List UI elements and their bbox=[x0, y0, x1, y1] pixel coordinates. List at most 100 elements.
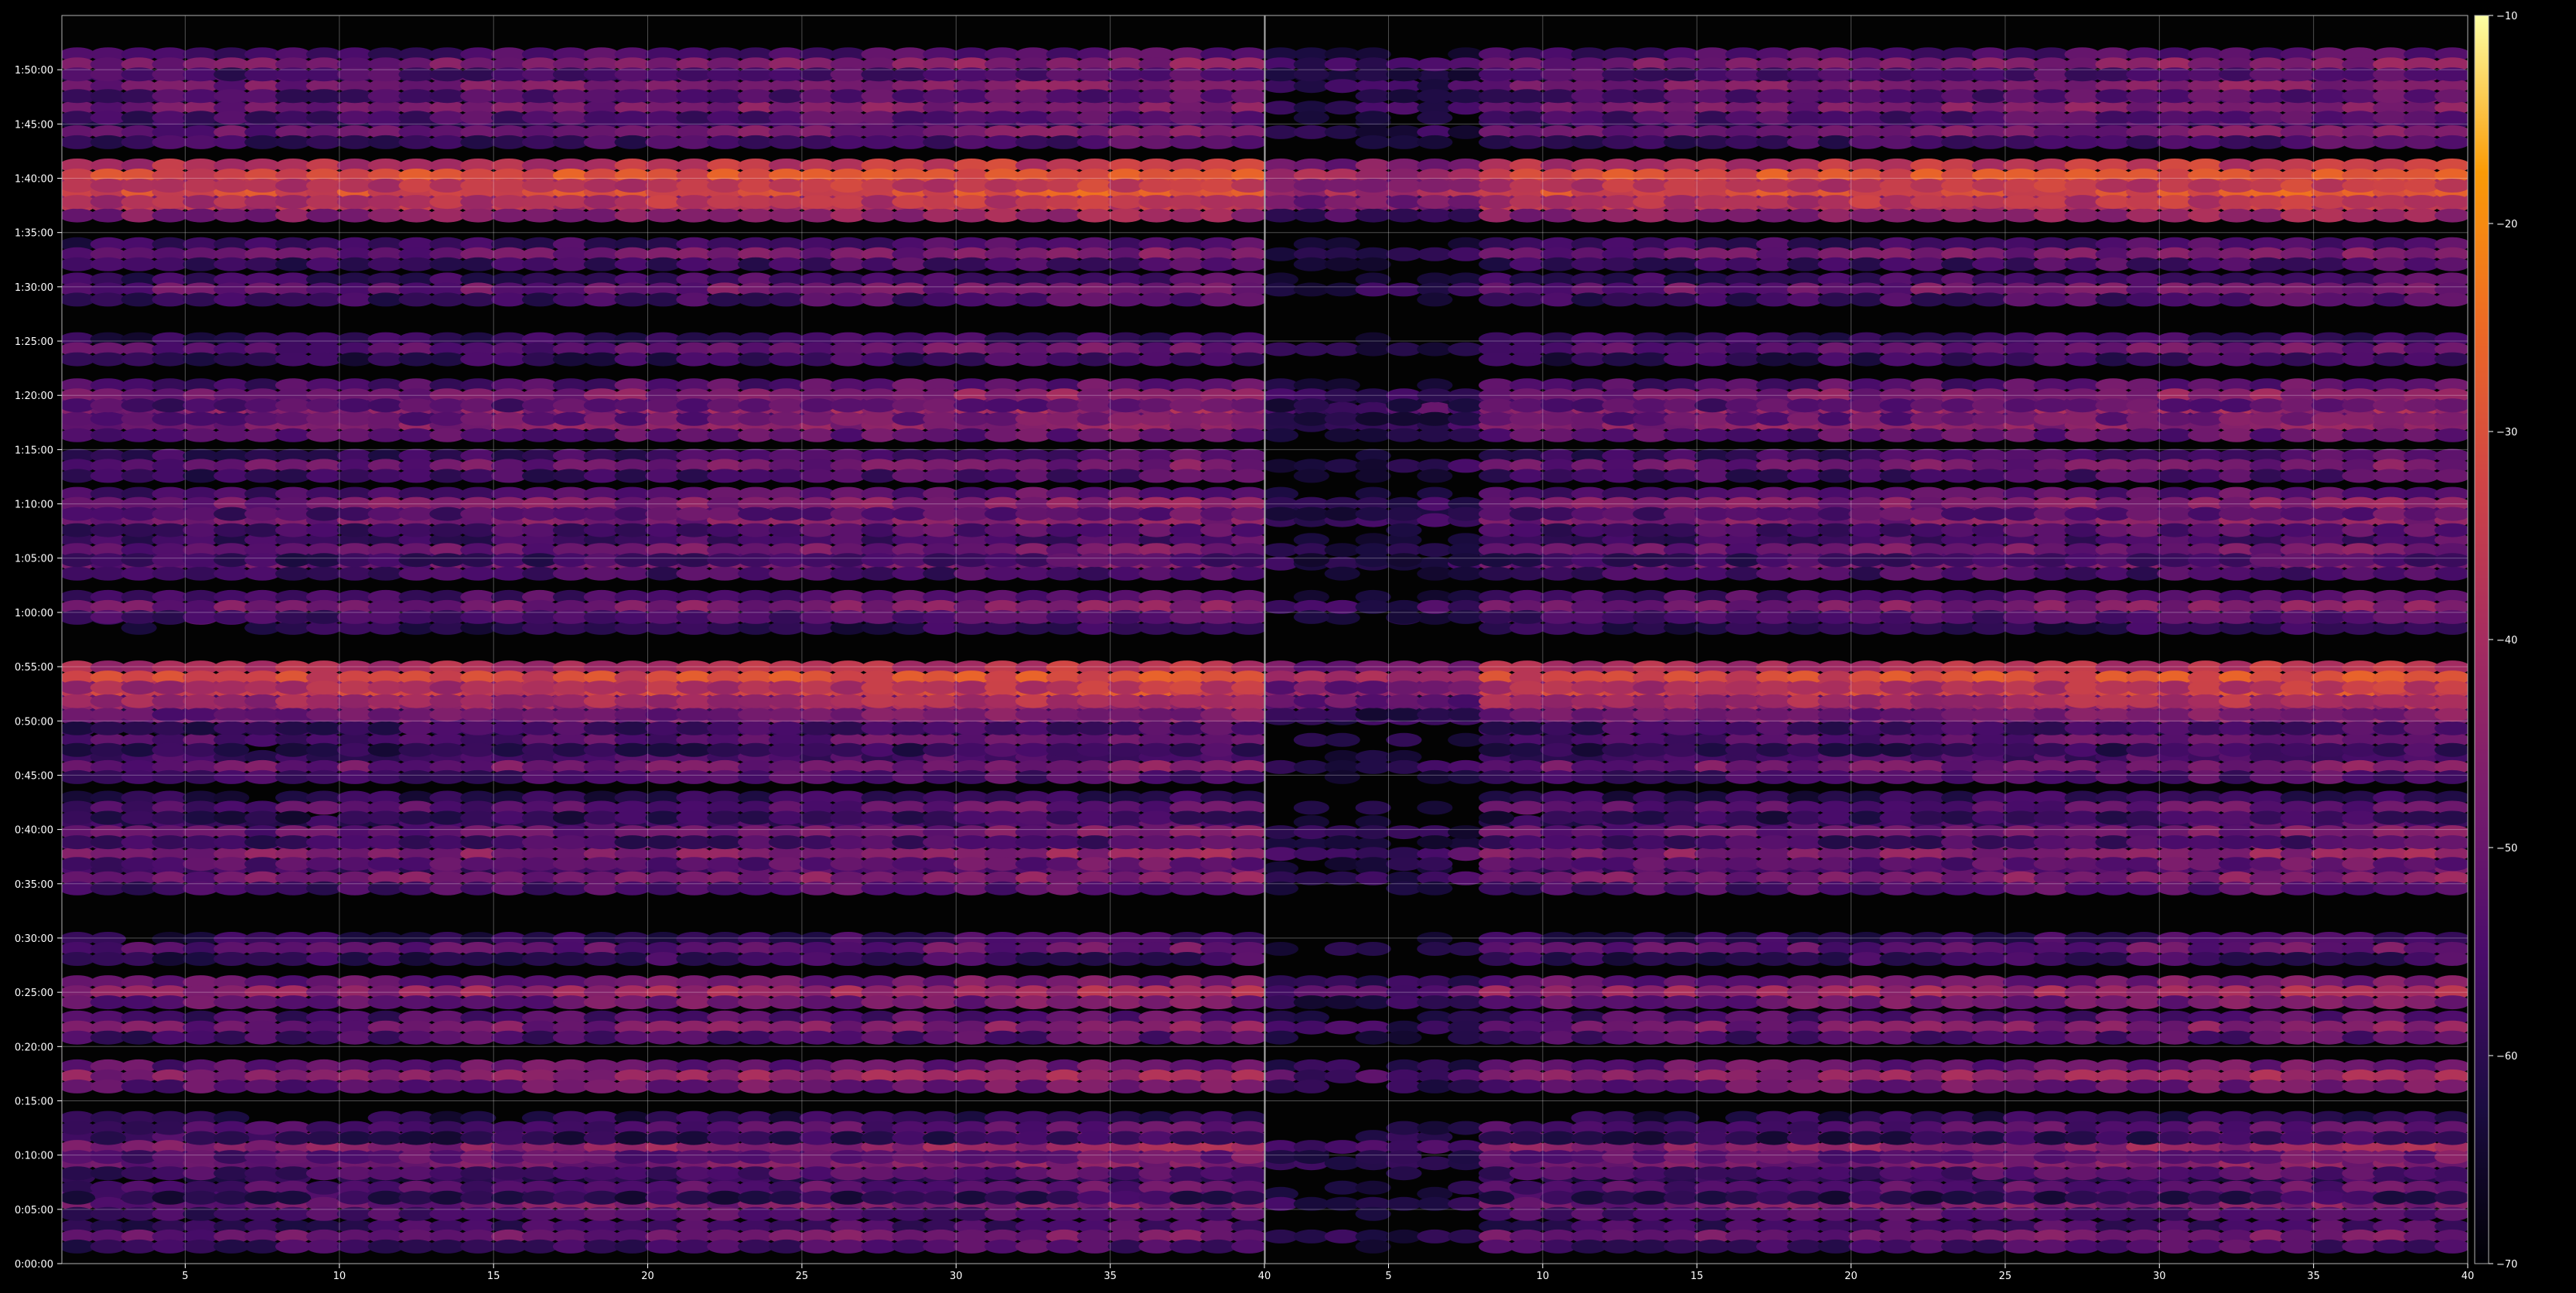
left-x-tick-label: 15 bbox=[487, 1271, 500, 1282]
left-heat-cell bbox=[152, 89, 188, 104]
left-heat-cell bbox=[923, 469, 959, 483]
left-heat-cell bbox=[213, 995, 250, 1010]
left-heat-cell bbox=[707, 469, 743, 483]
left-heat-cell bbox=[552, 1030, 589, 1045]
left-heat-cell bbox=[429, 352, 466, 367]
left-heat-cell bbox=[552, 810, 589, 825]
left-heat-cell bbox=[768, 179, 805, 193]
left-heat-cell bbox=[367, 179, 404, 193]
left-heat-cell bbox=[984, 208, 1021, 223]
left-heat-cell bbox=[830, 952, 866, 966]
left-heat-cell bbox=[768, 411, 805, 426]
left-heat-cell bbox=[213, 742, 250, 757]
left-heat-cell bbox=[1076, 1150, 1113, 1165]
left-heat-cell bbox=[152, 952, 188, 966]
left-heat-cell bbox=[1076, 179, 1113, 193]
left-heat-cell bbox=[645, 681, 681, 695]
left-heat-cell bbox=[183, 507, 219, 521]
left-heat-cell bbox=[1076, 810, 1113, 825]
left-heat-cell bbox=[213, 835, 250, 850]
left-heat-cell bbox=[1169, 1166, 1206, 1181]
left-heat-cell bbox=[1138, 566, 1175, 581]
left-heat-cell bbox=[707, 411, 743, 426]
left-heat-cell bbox=[676, 1150, 712, 1165]
left-heat-cell bbox=[62, 179, 95, 193]
left-heat-cell bbox=[213, 111, 250, 125]
left-heat-cell bbox=[923, 952, 959, 966]
left-heat-cell bbox=[830, 179, 866, 193]
left-heat-cell bbox=[336, 428, 373, 442]
left-heat-cell bbox=[398, 257, 435, 271]
left-heat-cell bbox=[398, 352, 435, 367]
left-heat-cell bbox=[799, 411, 835, 426]
left-heat-cell bbox=[984, 111, 1021, 125]
left-heat-cell bbox=[738, 742, 774, 757]
left-heat-cell bbox=[892, 469, 928, 483]
left-heat-cell bbox=[491, 257, 527, 271]
left-heat-cell bbox=[552, 208, 589, 223]
left-heat-cell bbox=[491, 995, 527, 1010]
left-heat-cell bbox=[90, 1166, 126, 1181]
left-heat-cell bbox=[707, 398, 743, 413]
left-heat-cell bbox=[244, 208, 281, 223]
left-heat-cell bbox=[1076, 742, 1113, 757]
left-heat-cell bbox=[1138, 135, 1175, 149]
left-heat-cell bbox=[460, 89, 496, 104]
left-heat-cell bbox=[984, 89, 1021, 104]
left-heat-cell bbox=[799, 1131, 835, 1145]
left-heat-cell bbox=[213, 1131, 250, 1145]
left-heat-cell bbox=[336, 995, 373, 1010]
left-heat-cell bbox=[645, 553, 681, 568]
left-heat-cell bbox=[62, 835, 95, 850]
left-heat-cell bbox=[367, 257, 404, 271]
right-heat-cell bbox=[1633, 1239, 1669, 1254]
left-heat-cell bbox=[336, 857, 373, 872]
left-heat-cell bbox=[521, 352, 558, 367]
left-heat-cell bbox=[213, 553, 250, 568]
left-heat-cell bbox=[491, 952, 527, 966]
left-heat-cell bbox=[923, 135, 959, 149]
left-heat-cell bbox=[305, 195, 342, 210]
left-heat-cell bbox=[552, 411, 589, 426]
left-heat-cell bbox=[491, 1150, 527, 1165]
left-heat-cell bbox=[275, 566, 312, 581]
right-heat-cell bbox=[1478, 1190, 1515, 1205]
left-heat-cell bbox=[1231, 208, 1264, 223]
left-heat-cell bbox=[707, 1150, 743, 1165]
left-heat-cell bbox=[830, 810, 866, 825]
left-heat-cell bbox=[583, 952, 619, 966]
left-heat-cell bbox=[1231, 1131, 1264, 1145]
left-heat-cell bbox=[1107, 1079, 1144, 1093]
left-x-tick-label: 35 bbox=[1104, 1271, 1117, 1282]
left-heat-cell bbox=[491, 411, 527, 426]
left-heat-cell bbox=[676, 179, 712, 193]
left-heat-cell bbox=[152, 835, 188, 850]
left-heat-cell bbox=[1200, 566, 1237, 581]
left-heat-cell bbox=[213, 507, 250, 521]
left-heat-cell bbox=[954, 1079, 990, 1093]
left-heat-cell bbox=[923, 257, 959, 271]
left-heat-cell bbox=[954, 195, 990, 210]
left-heat-cell bbox=[336, 398, 373, 413]
left-heat-cell bbox=[923, 566, 959, 581]
left-heat-cell bbox=[62, 742, 95, 757]
left-heat-cell bbox=[583, 742, 619, 757]
left-heat-cell bbox=[491, 428, 527, 442]
left-heat-cell bbox=[367, 1190, 404, 1205]
chart-figure: 0:00:000:05:000:10:000:15:000:20:000:25:… bbox=[15, 11, 2518, 1282]
left-heat-cell bbox=[336, 257, 373, 271]
left-heat-cell bbox=[799, 428, 835, 442]
left-heat-cell bbox=[768, 507, 805, 521]
left-heat-cell bbox=[213, 195, 250, 210]
left-heat-cell bbox=[923, 195, 959, 210]
left-heat-cell bbox=[398, 398, 435, 413]
y-tick-label: 1:20:00 bbox=[15, 391, 53, 402]
left-heat-cell bbox=[213, 89, 250, 104]
left-heat-cell bbox=[552, 111, 589, 125]
left-heat-cell bbox=[121, 195, 157, 210]
left-heat-cell bbox=[583, 1030, 619, 1045]
left-heat-cell bbox=[1169, 1131, 1206, 1145]
left-heat-cell bbox=[614, 1239, 650, 1254]
left-heat-cell bbox=[429, 135, 466, 149]
left-heat-cell bbox=[892, 1030, 928, 1045]
